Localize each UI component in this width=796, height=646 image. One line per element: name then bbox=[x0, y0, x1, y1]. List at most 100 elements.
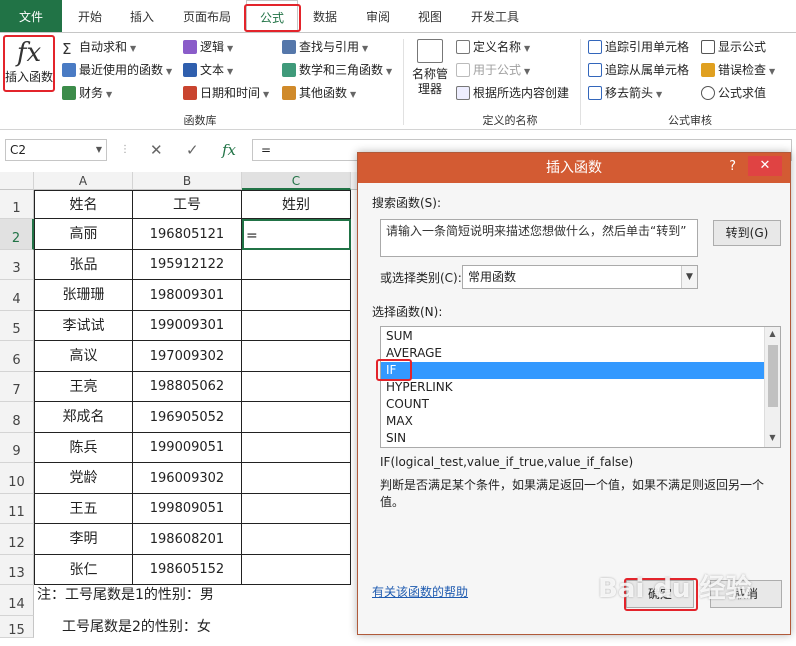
table-cell[interactable]: 198605152 bbox=[133, 555, 242, 585]
lookup-button[interactable]: 查找与引用 ▼ bbox=[282, 37, 368, 57]
tab-developer[interactable]: 开发工具 bbox=[462, 0, 528, 32]
table-cell[interactable]: 195912122 bbox=[133, 250, 242, 280]
error-checking-button[interactable]: 错误检查 ▼ bbox=[701, 60, 775, 80]
scroll-thumb[interactable] bbox=[768, 345, 778, 407]
tab-data[interactable]: 数据 bbox=[305, 0, 345, 32]
math-button[interactable]: 数学和三角函数 ▼ bbox=[282, 60, 392, 80]
row-header[interactable]: 4 bbox=[0, 280, 34, 311]
tab-page-layout[interactable]: 页面布局 bbox=[175, 0, 239, 32]
row-header[interactable]: 14 bbox=[0, 585, 34, 616]
list-item[interactable]: COUNT bbox=[381, 396, 766, 413]
trace-precedents-button[interactable]: 追踪引用单元格 bbox=[588, 37, 689, 57]
financial-button[interactable]: 财务 ▼ bbox=[62, 83, 112, 103]
row-header[interactable]: 11 bbox=[0, 494, 34, 524]
table-cell[interactable]: 196009302 bbox=[133, 463, 242, 494]
remove-arrows-button[interactable]: 移去箭头 ▼ bbox=[588, 83, 662, 103]
list-item[interactable]: AVERAGE bbox=[381, 345, 766, 362]
evaluate-formula-button[interactable]: 公式求值 bbox=[701, 83, 766, 103]
table-cell[interactable]: 陈兵 bbox=[34, 433, 133, 463]
tab-insert[interactable]: 插入 bbox=[122, 0, 162, 32]
tab-home[interactable]: 开始 bbox=[70, 0, 110, 32]
logical-button[interactable]: 逻辑 ▼ bbox=[183, 37, 233, 57]
table-cell[interactable]: 高丽 bbox=[34, 219, 133, 250]
table-cell[interactable]: 王亮 bbox=[34, 372, 133, 402]
table-cell[interactable]: 198805062 bbox=[133, 372, 242, 402]
function-help-link[interactable]: 有关该函数的帮助 bbox=[372, 583, 468, 600]
enter-icon[interactable]: ✓ bbox=[186, 141, 199, 159]
show-formulas-button[interactable]: 显示公式 bbox=[701, 37, 766, 57]
table-cell[interactable] bbox=[242, 311, 351, 341]
table-cell[interactable] bbox=[242, 463, 351, 494]
table-cell[interactable] bbox=[242, 524, 351, 555]
help-icon[interactable]: ? bbox=[729, 153, 736, 181]
row-header[interactable]: 3 bbox=[0, 250, 34, 280]
row-header[interactable]: 1 bbox=[0, 190, 34, 219]
table-cell[interactable]: 张仁 bbox=[34, 555, 133, 585]
table-cell[interactable]: 李明 bbox=[34, 524, 133, 555]
select-all-corner[interactable] bbox=[0, 172, 34, 190]
table-cell[interactable]: 196805121 bbox=[133, 219, 242, 250]
row-header[interactable]: 9 bbox=[0, 433, 34, 463]
table-cell[interactable] bbox=[242, 402, 351, 433]
chevron-up-icon[interactable]: ▲ bbox=[765, 329, 780, 338]
table-cell[interactable]: 王五 bbox=[34, 494, 133, 524]
table-cell[interactable]: 198009301 bbox=[133, 280, 242, 311]
list-item-selected[interactable]: IF bbox=[381, 362, 766, 379]
table-cell[interactable] bbox=[242, 555, 351, 585]
row-header[interactable]: 15 bbox=[0, 616, 34, 638]
cancel-icon[interactable]: ✕ bbox=[150, 141, 163, 159]
table-cell[interactable]: 196905052 bbox=[133, 402, 242, 433]
text-button[interactable]: 文本 ▼ bbox=[183, 60, 233, 80]
function-list[interactable]: SUM AVERAGE IF HYPERLINK COUNT MAX SIN ▲… bbox=[380, 326, 781, 448]
autosum-button[interactable]: Σ 自动求和 ▼ bbox=[62, 37, 136, 58]
datetime-button[interactable]: 日期和时间 ▼ bbox=[183, 83, 269, 103]
chevron-down-icon[interactable]: ▼ bbox=[681, 266, 697, 288]
search-input[interactable]: 请输入一条简短说明来描述您想做什么，然后单击“转到” bbox=[380, 219, 698, 257]
chevron-down-icon[interactable]: ▼ bbox=[96, 140, 102, 160]
name-box[interactable]: C2 ▼ bbox=[5, 139, 107, 161]
create-from-selection-button[interactable]: 根据所选内容创建 bbox=[456, 83, 569, 103]
column-header-b[interactable]: B bbox=[133, 172, 242, 190]
table-cell[interactable]: 姓名 bbox=[34, 190, 133, 219]
row-header[interactable]: 10 bbox=[0, 463, 34, 494]
row-header[interactable]: 7 bbox=[0, 372, 34, 402]
tab-file[interactable]: 文件 bbox=[0, 0, 62, 32]
table-cell[interactable]: 郑成名 bbox=[34, 402, 133, 433]
table-cell[interactable] bbox=[242, 433, 351, 463]
list-item[interactable]: SUM bbox=[381, 328, 766, 345]
table-cell[interactable]: 高议 bbox=[34, 341, 133, 372]
recent-functions-button[interactable]: 最近使用的函数 ▼ bbox=[62, 60, 172, 80]
list-item[interactable]: SIN bbox=[381, 430, 766, 447]
table-cell[interactable]: 张珊珊 bbox=[34, 280, 133, 311]
define-name-button[interactable]: 定义名称 ▼ bbox=[456, 37, 530, 57]
table-cell[interactable]: 199009051 bbox=[133, 433, 242, 463]
chevron-down-icon[interactable]: ▼ bbox=[765, 433, 780, 442]
table-cell[interactable] bbox=[242, 372, 351, 402]
go-button[interactable]: 转到(G) bbox=[713, 220, 781, 246]
list-item[interactable]: HYPERLINK bbox=[381, 379, 766, 396]
table-cell[interactable] bbox=[242, 280, 351, 311]
close-button[interactable]: ✕ bbox=[748, 156, 782, 176]
table-cell[interactable]: 李试试 bbox=[34, 311, 133, 341]
table-cell[interactable] bbox=[242, 250, 351, 280]
table-cell[interactable]: 张品 bbox=[34, 250, 133, 280]
list-item[interactable]: MAX bbox=[381, 413, 766, 430]
more-functions-button[interactable]: 其他函数 ▼ bbox=[282, 83, 356, 103]
table-cell[interactable]: 199009301 bbox=[133, 311, 242, 341]
table-cell[interactable] bbox=[242, 341, 351, 372]
table-cell[interactable]: 197009302 bbox=[133, 341, 242, 372]
tab-review[interactable]: 审阅 bbox=[358, 0, 398, 32]
active-cell-c2[interactable]: = bbox=[242, 219, 351, 250]
table-cell[interactable]: 党龄 bbox=[34, 463, 133, 494]
row-header[interactable]: 6 bbox=[0, 341, 34, 372]
fx-icon[interactable]: fx bbox=[222, 141, 236, 159]
use-in-formula-button[interactable]: 用于公式 ▼ bbox=[456, 60, 530, 80]
row-header[interactable]: 12 bbox=[0, 524, 34, 555]
column-header-a[interactable]: A bbox=[34, 172, 133, 190]
column-header-c[interactable]: C bbox=[242, 172, 351, 190]
row-header[interactable]: 13 bbox=[0, 555, 34, 585]
tab-view[interactable]: 视图 bbox=[410, 0, 450, 32]
row-header[interactable]: 5 bbox=[0, 311, 34, 341]
table-cell[interactable]: 199809051 bbox=[133, 494, 242, 524]
table-cell[interactable] bbox=[242, 494, 351, 524]
